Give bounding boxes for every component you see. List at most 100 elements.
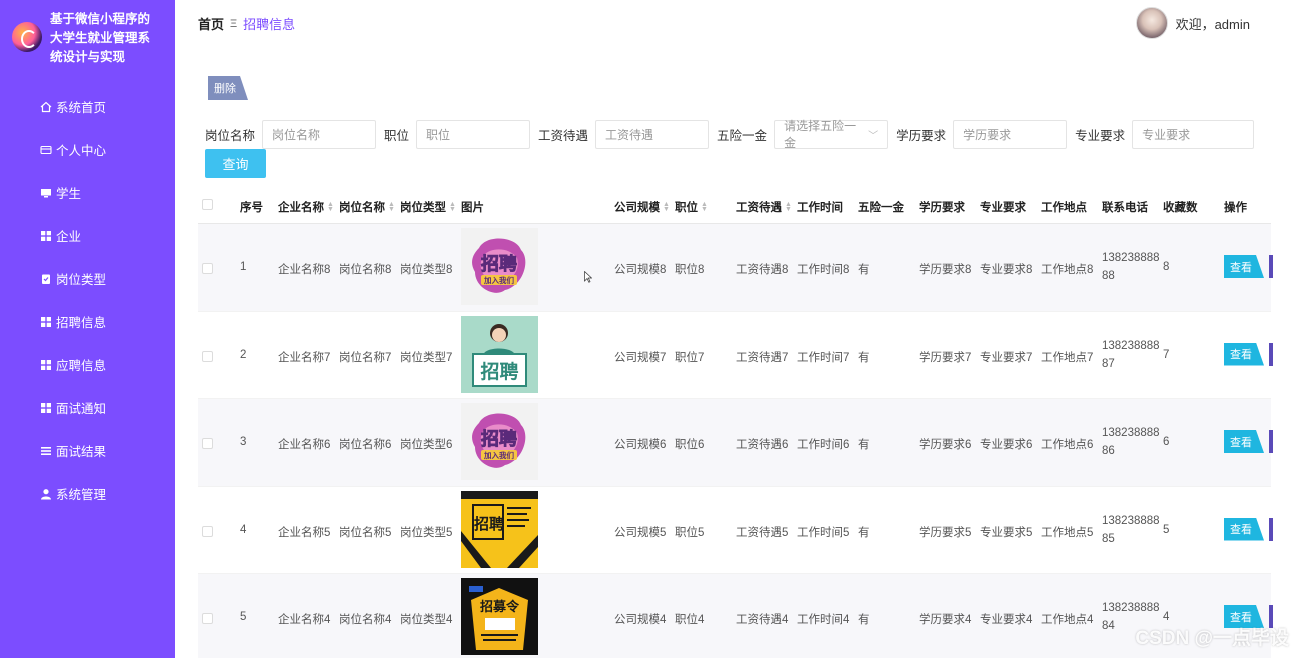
header-image: 图片 bbox=[461, 202, 484, 214]
row-checkbox[interactable] bbox=[202, 613, 213, 624]
home-icon bbox=[40, 101, 52, 113]
sidebar-item-recruitment-info[interactable]: 招聘信息 bbox=[0, 300, 175, 343]
cell-salary: 工资待遇7 bbox=[736, 351, 789, 364]
cell-place: 工作地点6 bbox=[1041, 439, 1094, 451]
delete-button[interactable]: 删除 bbox=[208, 76, 248, 100]
cell-major: 专业要求6 bbox=[980, 439, 1033, 451]
sidebar-item-post-type[interactable]: 岗位类型 bbox=[0, 257, 175, 300]
cell-type: 岗位类型5 bbox=[400, 526, 453, 539]
recruitment-poster-image[interactable]: 招聘 加入我们 bbox=[461, 228, 538, 305]
cell-company: 企业名称6 bbox=[278, 439, 331, 451]
cell-place: 工作地点7 bbox=[1041, 351, 1094, 364]
search-label-major: 专业要求 bbox=[1075, 128, 1126, 143]
header-company[interactable]: 企业名称 ▲ ▼ bbox=[278, 199, 334, 215]
sidebar-item-interview-notice[interactable]: 面试通知 bbox=[0, 386, 175, 429]
post-name-input[interactable]: 岗位名称 bbox=[262, 119, 377, 149]
sort-icon: ▲ ▼ bbox=[449, 201, 456, 213]
view-button[interactable]: 查看 bbox=[1224, 517, 1264, 541]
cell-company: 企业名称4 bbox=[278, 614, 331, 626]
cell-type: 岗位类型4 bbox=[400, 614, 453, 626]
cell-position: 职位5 bbox=[675, 526, 705, 539]
row-checkbox[interactable] bbox=[202, 350, 213, 362]
row-checkbox[interactable] bbox=[202, 525, 213, 537]
cell-position: 职位7 bbox=[675, 351, 705, 364]
header-no: 序号 bbox=[240, 202, 263, 214]
user-icon bbox=[40, 488, 52, 500]
row-checkbox[interactable] bbox=[202, 438, 213, 449]
view-button[interactable]: 查看 bbox=[1224, 430, 1264, 453]
cell-education: 学历要求7 bbox=[919, 351, 972, 364]
edit-button[interactable] bbox=[1269, 430, 1273, 453]
monitor-icon bbox=[40, 187, 52, 199]
cell-favorites: 6 bbox=[1163, 436, 1170, 448]
search-label-insurance: 五险一金 bbox=[717, 128, 768, 143]
cell-insurance: 有 bbox=[858, 351, 870, 364]
recruitment-poster-image[interactable]: 招募令 bbox=[461, 578, 538, 655]
cell-place: 工作地点8 bbox=[1041, 264, 1094, 276]
salary-input[interactable]: 工资待遇 bbox=[595, 119, 710, 149]
position-input[interactable]: 职位 bbox=[416, 119, 531, 149]
recruitment-poster-image[interactable]: 招聘 bbox=[461, 315, 538, 393]
edit-button[interactable] bbox=[1269, 342, 1273, 366]
header-scale[interactable]: 公司规模 ▲ ▼ bbox=[614, 199, 670, 215]
edit-button[interactable] bbox=[1269, 255, 1273, 278]
view-button[interactable]: 查看 bbox=[1224, 255, 1264, 278]
cell-position: 职位4 bbox=[675, 614, 705, 626]
cell-insurance: 有 bbox=[858, 526, 870, 539]
query-button[interactable]: 查询 bbox=[205, 149, 266, 178]
cell-type: 岗位类型6 bbox=[400, 439, 453, 451]
header-post[interactable]: 岗位名称 ▲ ▼ bbox=[339, 199, 395, 215]
view-button[interactable]: 查看 bbox=[1224, 342, 1264, 366]
cell-phone-line2: 86 bbox=[1102, 445, 1115, 457]
sidebar-item-personal-center[interactable]: 个人中心 bbox=[0, 128, 175, 171]
header-type[interactable]: 岗位类型 ▲ ▼ bbox=[400, 199, 456, 215]
mouse-cursor-icon bbox=[584, 271, 592, 283]
sidebar-item-application-info[interactable]: 应聘信息 bbox=[0, 343, 175, 386]
sort-icon: ▲ ▼ bbox=[663, 201, 670, 213]
edit-button[interactable] bbox=[1269, 517, 1273, 541]
sidebar-item-enterprise[interactable]: 企业 bbox=[0, 214, 175, 257]
logo-area: 基于微信小程序的大学生就业管理系统设计与实现 bbox=[12, 10, 172, 66]
avatar[interactable] bbox=[1135, 7, 1168, 39]
sidebar-item-label: 系统管理 bbox=[56, 488, 107, 502]
cell-position: 职位8 bbox=[675, 264, 705, 276]
cell-no: 2 bbox=[240, 348, 247, 361]
sidebar-item-student[interactable]: 学生 bbox=[0, 171, 175, 214]
search-label-position: 职位 bbox=[384, 128, 410, 143]
recruitment-poster-image[interactable]: 招聘 加入我们 bbox=[461, 403, 538, 480]
header-actions: 操作 bbox=[1224, 202, 1247, 214]
sidebar-item-interview-result[interactable]: 面试结果 bbox=[0, 429, 175, 472]
insurance-select[interactable]: 请选择五险一金 ﹀ bbox=[774, 119, 889, 150]
poster-text: 招聘 bbox=[480, 360, 518, 383]
cell-salary: 工资待遇6 bbox=[736, 439, 789, 451]
cell-education: 学历要求8 bbox=[919, 264, 972, 276]
major-input[interactable]: 专业要求 bbox=[1132, 119, 1255, 149]
cell-favorites: 7 bbox=[1163, 348, 1170, 361]
cell-favorites: 8 bbox=[1163, 261, 1170, 273]
cell-scale: 公司规模5 bbox=[614, 526, 667, 539]
breadcrumb-separator: Ξ bbox=[230, 17, 238, 30]
recruitment-poster-image[interactable]: 招聘 bbox=[461, 490, 538, 568]
header-position[interactable]: 职位 ▲ ▼ bbox=[675, 199, 708, 215]
header-salary[interactable]: 工资待遇 ▲ ▼ bbox=[736, 199, 792, 215]
header-major: 专业要求 bbox=[980, 202, 1026, 214]
cell-phone-line2: 84 bbox=[1102, 620, 1115, 632]
sidebar-item-home[interactable]: 系统首页 bbox=[0, 85, 175, 128]
cell-scale: 公司规模7 bbox=[614, 351, 667, 364]
cell-company: 企业名称8 bbox=[278, 264, 331, 276]
sidebar-item-label: 面试结果 bbox=[56, 445, 107, 459]
cell-salary: 工资待遇8 bbox=[736, 264, 789, 276]
user-area[interactable]: 欢迎，admin bbox=[1135, 7, 1250, 39]
cell-scale: 公司规模8 bbox=[614, 264, 667, 276]
sidebar-item-system-management[interactable]: 系统管理 bbox=[0, 472, 175, 515]
sort-icon: ▲ ▼ bbox=[388, 201, 395, 213]
cell-type: 岗位类型8 bbox=[400, 264, 453, 276]
sidebar-item-label: 应聘信息 bbox=[56, 359, 107, 373]
education-input[interactable]: 学历要求 bbox=[953, 119, 1068, 149]
grid-icon bbox=[40, 316, 52, 328]
cell-post: 岗位名称8 bbox=[339, 264, 392, 276]
row-checkbox[interactable] bbox=[202, 263, 213, 274]
breadcrumb-home[interactable]: 首页 bbox=[198, 14, 224, 33]
select-all-checkbox[interactable] bbox=[202, 199, 213, 210]
cell-favorites: 4 bbox=[1163, 611, 1170, 623]
